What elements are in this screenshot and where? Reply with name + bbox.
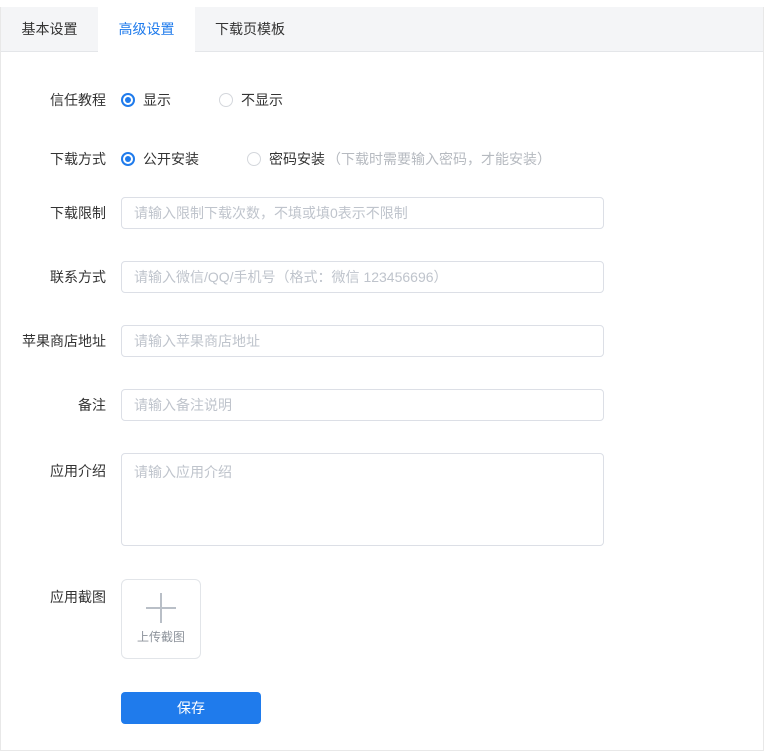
contact-label: 联系方式 (50, 269, 106, 285)
app-screenshot-label: 应用截图 (50, 589, 106, 605)
save-button[interactable]: 保存 (121, 692, 261, 724)
remark-input[interactable] (121, 389, 604, 421)
form-row-app-screenshot: 应用截图 上传截图 (1, 579, 763, 659)
upload-screenshot-text: 上传截图 (136, 630, 185, 644)
form-row-remark: 备注 (1, 389, 763, 421)
download-method-radio-group: 公开安装 密码安装 （下载时需要输入密码，才能安装） (121, 149, 551, 169)
radio-password-install-label: 密码安装 (269, 151, 325, 167)
radio-selected-icon (121, 93, 135, 107)
upload-screenshot-button[interactable]: 上传截图 (121, 579, 201, 659)
app-intro-textarea[interactable] (121, 453, 604, 546)
tab-download-page-template[interactable]: 下载页模板 (195, 7, 305, 52)
radio-unselected-icon (247, 152, 261, 166)
download-method-label: 下载方式 (50, 151, 106, 167)
radio-hide[interactable]: 不显示 (219, 90, 283, 110)
password-install-hint: （下载时需要输入密码，才能安装） (327, 151, 551, 167)
form-row-trust-tutorial: 信任教程 显示 不显示 (1, 89, 763, 111)
form-row-app-intro: 应用介绍 (1, 453, 763, 549)
trust-tutorial-label: 信任教程 (50, 92, 106, 108)
app-store-url-label: 苹果商店地址 (22, 333, 106, 349)
radio-show[interactable]: 显示 (121, 90, 171, 110)
settings-panel: 基本设置 高级设置 下载页模板 信任教程 显示 不显示 下载方式 公开安装 密码… (0, 7, 764, 751)
plus-icon (146, 593, 176, 623)
radio-password-install[interactable]: 密码安装 （下载时需要输入密码，才能安装） (247, 149, 551, 169)
app-intro-label: 应用介绍 (50, 463, 106, 479)
download-limit-label: 下载限制 (50, 205, 106, 221)
form-row-save: 保存 (1, 692, 763, 724)
trust-tutorial-radio-group: 显示 不显示 (121, 90, 604, 110)
tab-basic-settings[interactable]: 基本设置 (1, 7, 98, 52)
remark-label: 备注 (78, 397, 106, 413)
radio-public-install-label: 公开安装 (143, 151, 199, 167)
download-limit-input[interactable] (121, 197, 604, 229)
radio-hide-label: 不显示 (241, 92, 283, 108)
form-row-contact: 联系方式 (1, 261, 763, 293)
form-row-app-store-url: 苹果商店地址 (1, 325, 763, 357)
radio-unselected-icon (219, 93, 233, 107)
tab-advanced-settings[interactable]: 高级设置 (98, 7, 195, 52)
radio-public-install[interactable]: 公开安装 (121, 149, 199, 169)
app-store-url-input[interactable] (121, 325, 604, 357)
advanced-settings-form: 信任教程 显示 不显示 下载方式 公开安装 密码安装 （下载时需要输入密码，才能… (1, 52, 763, 724)
tab-bar: 基本设置 高级设置 下载页模板 (1, 7, 763, 52)
form-row-download-method: 下载方式 公开安装 密码安装 （下载时需要输入密码，才能安装） (1, 148, 763, 170)
radio-show-label: 显示 (143, 92, 171, 108)
radio-selected-icon (121, 152, 135, 166)
form-row-download-limit: 下载限制 (1, 197, 763, 229)
contact-input[interactable] (121, 261, 604, 293)
